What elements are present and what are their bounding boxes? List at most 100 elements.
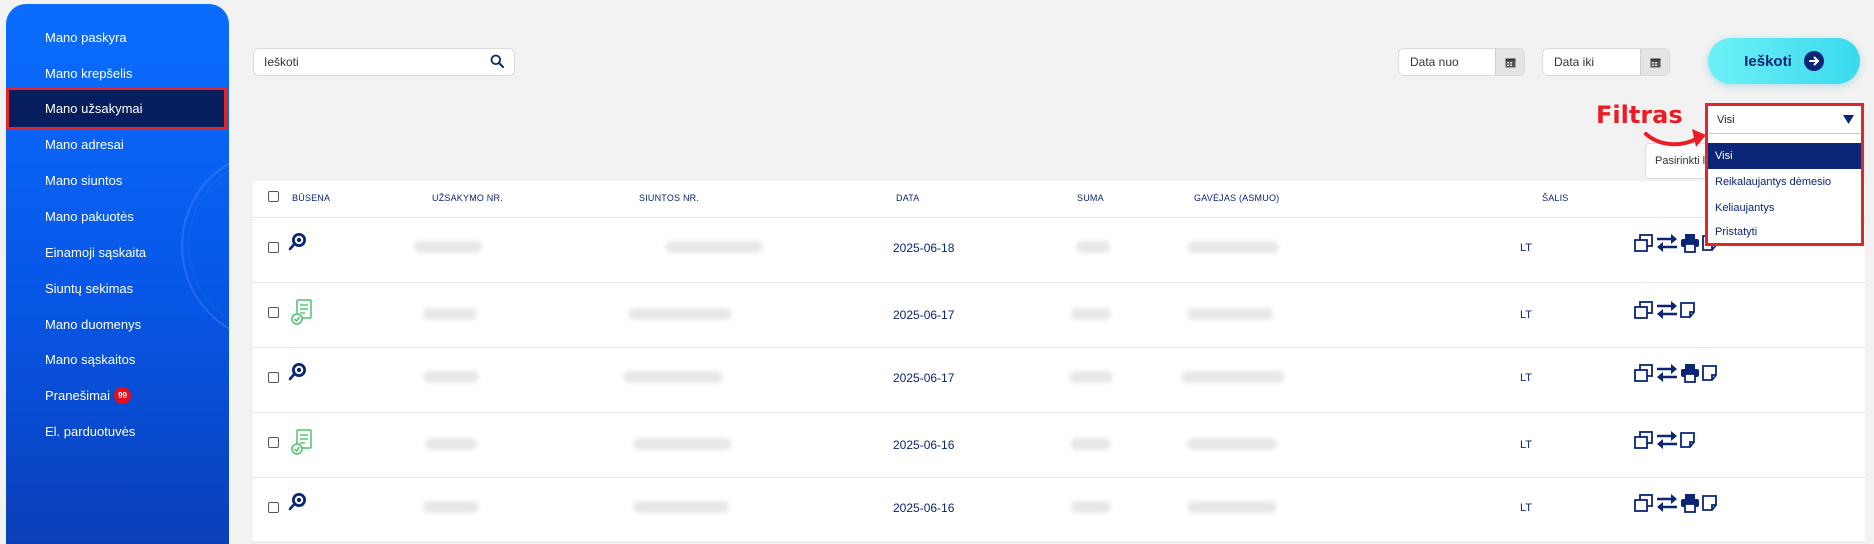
note-icon[interactable] <box>1679 300 1697 320</box>
status-filter-option-keliaujantys[interactable]: Keliaujantys <box>1708 195 1861 221</box>
order-date: 2025-06-17 <box>893 371 955 385</box>
search-tracking-icon <box>288 361 308 386</box>
row-checkbox[interactable] <box>268 307 279 318</box>
status-filter-dropdown[interactable]: Visi Visi Reikalaujantys dėmesio Keliauj… <box>1705 103 1864 246</box>
calendar-icon[interactable] <box>1640 49 1669 75</box>
order-date: 2025-06-16 <box>893 501 955 515</box>
note-icon[interactable] <box>1701 493 1719 513</box>
search-icon[interactable] <box>490 54 504 71</box>
row-actions <box>1633 300 1697 320</box>
status-filter-select[interactable]: Visi <box>1708 106 1861 134</box>
sidebar-item-label: El. parduotuvės <box>45 424 136 439</box>
table-row[interactable]: 2025-06-17 LT <box>253 347 1865 413</box>
column-header-status: BŪSENA <box>292 193 331 203</box>
delivered-document-icon <box>291 299 313 330</box>
sidebar-item-label: Mano sąskaitos <box>45 352 136 367</box>
date-to-field[interactable]: Data iki <box>1542 48 1670 76</box>
select-all-checkbox[interactable] <box>268 191 279 202</box>
column-header-shipment-no: SIUNTOS NR. <box>639 193 700 203</box>
column-header-country: ŠALIS <box>1542 193 1569 203</box>
search-button-label: Ieškoti <box>1744 52 1792 70</box>
amount-redacted <box>1071 501 1111 513</box>
table-header: BŪSENA UŽSAKYMO NR. SIUNTOS NR. DATA SUM… <box>253 181 1865 218</box>
sidebar-item-label: Mano pakuotės <box>45 209 134 224</box>
amount-redacted <box>1069 371 1113 383</box>
triangle-down-icon[interactable] <box>1843 115 1854 128</box>
shipment-number-redacted <box>633 501 729 513</box>
swap-arrows-icon[interactable] <box>1655 430 1679 450</box>
search-button[interactable]: Ieškoti <box>1708 38 1860 84</box>
country-code: LT <box>1520 372 1533 384</box>
date-to-placeholder: Data iki <box>1554 55 1595 69</box>
arrow-right-icon <box>1803 51 1824 71</box>
swap-arrows-icon[interactable] <box>1655 233 1679 253</box>
column-header-order-no: UŽSAKYMO NR. <box>432 193 503 203</box>
shipment-number-redacted <box>633 438 731 450</box>
amount-redacted <box>1076 241 1110 253</box>
country-code: LT <box>1520 502 1533 514</box>
copy-icon[interactable] <box>1633 363 1655 383</box>
row-actions <box>1633 363 1719 383</box>
row-actions <box>1633 493 1719 513</box>
column-header-date: DATA <box>896 193 920 203</box>
delivered-document-icon <box>291 429 313 460</box>
table-row[interactable]: 2025-06-17 LT <box>253 282 1865 348</box>
annotation-label: Filtras <box>1596 101 1683 129</box>
search-placeholder: Ieškoti <box>264 55 299 69</box>
recipient-redacted <box>1181 371 1285 383</box>
status-filter-option-pristatyti[interactable]: Pristatyti <box>1708 219 1861 245</box>
order-number-redacted <box>423 308 477 320</box>
copy-icon[interactable] <box>1633 300 1655 320</box>
swap-arrows-icon[interactable] <box>1655 300 1679 320</box>
shipment-number-redacted <box>665 241 763 253</box>
note-icon[interactable] <box>1679 430 1697 450</box>
sidebar-item-label: Mano siuntos <box>45 173 123 188</box>
status-filter-option-reikalaujantys[interactable]: Reikalaujantys dėmesio <box>1708 169 1861 195</box>
row-actions <box>1633 430 1697 450</box>
notification-badge: 99 <box>114 387 132 404</box>
sidebar-item-el-parduotuves[interactable]: El. parduotuvės <box>6 410 229 453</box>
row-checkbox[interactable] <box>268 242 279 253</box>
country-code: LT <box>1520 242 1533 254</box>
order-number-redacted <box>423 371 479 383</box>
sidebar-item-label: Pranešimai <box>45 388 111 403</box>
table-row[interactable]: 2025-06-16 LT <box>253 477 1865 543</box>
date-from-placeholder: Data nuo <box>1410 55 1459 69</box>
row-checkbox[interactable] <box>268 437 279 448</box>
copy-icon[interactable] <box>1633 493 1655 513</box>
swap-arrows-icon[interactable] <box>1655 493 1679 513</box>
amount-redacted <box>1071 308 1111 320</box>
swap-arrows-icon[interactable] <box>1655 363 1679 383</box>
sidebar-item-label: Mano duomenys <box>45 317 142 332</box>
recipient-redacted <box>1187 438 1277 450</box>
copy-icon[interactable] <box>1633 430 1655 450</box>
orders-table: BŪSENA UŽSAKYMO NR. SIUNTOS NR. DATA SUM… <box>253 181 1865 543</box>
shipment-number-redacted <box>628 308 732 320</box>
sidebar: Mano paskyra Mano krepšelis Mano užsakym… <box>6 4 229 544</box>
search-input[interactable]: Ieškoti <box>253 48 515 76</box>
sidebar-item-label: Mano užsakymai <box>45 101 143 116</box>
copy-icon[interactable] <box>1633 233 1655 253</box>
status-filter-value: Visi <box>1717 113 1735 126</box>
order-number-redacted <box>414 241 482 253</box>
date-from-field[interactable]: Data nuo <box>1398 48 1525 76</box>
print-icon[interactable] <box>1679 493 1701 513</box>
shipment-number-redacted <box>623 371 723 383</box>
table-row[interactable]: 2025-06-18 LT <box>253 217 1865 283</box>
search-tracking-icon <box>288 491 308 516</box>
column-header-amount: SUMA <box>1077 193 1104 203</box>
print-icon[interactable] <box>1679 363 1701 383</box>
annotation-arrow-icon <box>1644 129 1706 147</box>
table-row[interactable]: 2025-06-16 LT <box>253 412 1865 478</box>
country-code: LT <box>1520 439 1533 451</box>
print-icon[interactable] <box>1679 233 1701 253</box>
row-checkbox[interactable] <box>268 502 279 513</box>
note-icon[interactable] <box>1701 363 1719 383</box>
sidebar-item-label: Einamoji sąskaita <box>45 245 147 260</box>
row-checkbox[interactable] <box>268 372 279 383</box>
order-number-redacted <box>425 438 477 450</box>
status-filter-option-visi[interactable]: Visi <box>1708 143 1861 169</box>
calendar-icon[interactable] <box>1495 49 1524 75</box>
order-date: 2025-06-18 <box>893 241 955 255</box>
sidebar-item-label: Siuntų sekimas <box>45 281 134 296</box>
